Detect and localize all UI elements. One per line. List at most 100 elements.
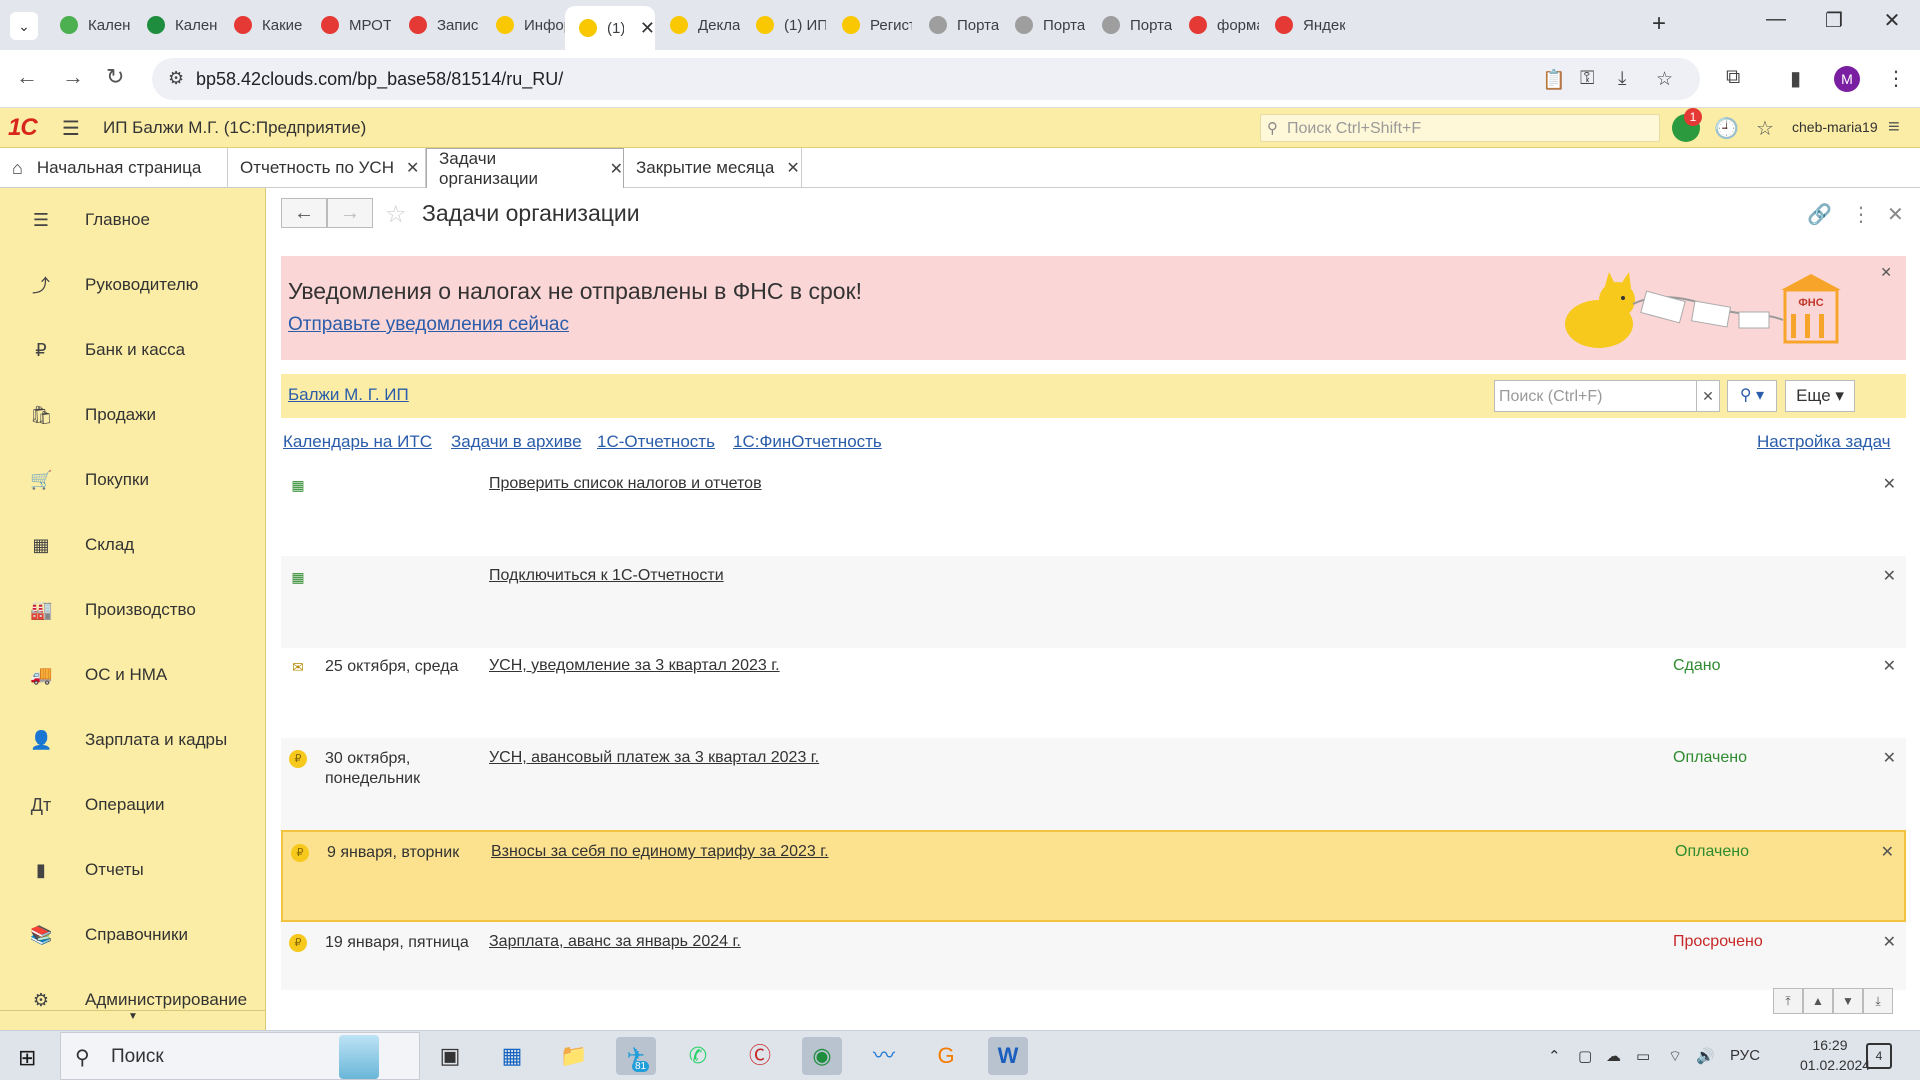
install-app-icon[interactable]: ⤓ bbox=[1618, 68, 1626, 90]
scroll-top-icon[interactable]: ⤒ bbox=[1773, 988, 1803, 1014]
tray-clock[interactable]: 16:29 01.02.2024 bbox=[1800, 1035, 1870, 1075]
reload-icon[interactable]: ↻ bbox=[106, 64, 124, 90]
sidebar-scroll-down-icon[interactable]: ▼ bbox=[0, 1010, 266, 1030]
clipboard-icon[interactable]: 📋 bbox=[1542, 68, 1566, 92]
forward-button[interactable]: → bbox=[327, 198, 373, 228]
task-name-link[interactable]: УСН, уведомление за 3 квартал 2023 г. bbox=[489, 657, 780, 675]
tab-search-chevron-icon[interactable]: ⌄ bbox=[10, 12, 38, 40]
forward-arrow-icon[interactable]: → bbox=[62, 64, 84, 90]
main-menu-icon[interactable]: ☰ bbox=[62, 116, 80, 141]
back-arrow-icon[interactable]: ← bbox=[16, 64, 38, 90]
sidebar-item[interactable]: ☰ Главное bbox=[0, 200, 266, 240]
task-row[interactable]: ₽9 января, вторник Взносы за себя по един… bbox=[281, 830, 1906, 922]
tray-wifi-icon[interactable]: ⌔ bbox=[1668, 1047, 1682, 1066]
dismiss-task-icon[interactable]: ✕ bbox=[1881, 842, 1894, 862]
omnibox[interactable]: ⚙ bp58.42clouds.com/bp_base58/81514/ru_R… bbox=[152, 58, 1700, 100]
browser-tab[interactable]: Календ bbox=[46, 8, 130, 42]
task-name-link[interactable]: Зарплата, аванс за январь 2024 г. bbox=[489, 933, 741, 951]
sidebar-item[interactable]: 👤 Зарплата и кадры bbox=[0, 720, 266, 760]
tray-chevron-icon[interactable]: ⌃ bbox=[1548, 1047, 1561, 1065]
clear-search-icon[interactable]: ✕ bbox=[1696, 380, 1720, 412]
scroll-up-icon[interactable]: ▲ bbox=[1803, 988, 1833, 1014]
tray-language[interactable]: РУС bbox=[1730, 1047, 1760, 1064]
scroll-bottom-icon[interactable]: ⤓ bbox=[1863, 988, 1893, 1014]
browser-tab[interactable]: Регист bbox=[828, 8, 912, 42]
task-row[interactable]: ✉ 25 октября, среда УСН, уведомление за 3 … bbox=[281, 646, 1906, 738]
sidebar-item[interactable]: Дт Операции bbox=[0, 785, 266, 825]
global-search-input[interactable]: ⚲ Поиск Ctrl+Shift+F bbox=[1260, 114, 1660, 142]
close-tab-icon[interactable]: ✕ bbox=[406, 158, 419, 178]
tray-volume-icon[interactable]: 🔊 bbox=[1696, 1047, 1715, 1065]
archived-tasks-link[interactable]: Задачи в архиве bbox=[451, 432, 582, 452]
organization-link[interactable]: Балжи М. Г. ИП bbox=[288, 385, 409, 405]
task-name-link[interactable]: УСН, авансовый платеж за 3 квартал 2023 … bbox=[489, 749, 819, 767]
notification-center-icon[interactable]: 4 bbox=[1866, 1043, 1892, 1069]
sidebar-item[interactable]: ⤴ Руководителю bbox=[0, 265, 266, 305]
tray-battery-icon[interactable]: ▭ bbox=[1636, 1047, 1650, 1065]
task-name-link[interactable]: Взносы за себя по единому тарифу за 2023… bbox=[491, 843, 829, 861]
more-actions-icon[interactable]: ⋮ bbox=[1851, 202, 1871, 227]
key-icon[interactable]: ⚿ bbox=[1580, 68, 1594, 90]
search-button[interactable]: ⚲ ▾ bbox=[1727, 380, 1777, 412]
browser-tab[interactable]: Календ bbox=[133, 8, 217, 42]
calculator-icon[interactable]: ▦ bbox=[492, 1037, 532, 1075]
browser-tab[interactable]: Портал bbox=[915, 8, 999, 42]
browser-tab[interactable]: (1) ✕ bbox=[565, 6, 655, 50]
dismiss-task-icon[interactable]: ✕ bbox=[1883, 932, 1896, 952]
task-search-input[interactable]: Поиск (Ctrl+F) ✕ bbox=[1494, 380, 1720, 412]
tab-home[interactable]: ⌂ Начальная страница bbox=[0, 148, 228, 188]
side-panel-icon[interactable]: ▮ bbox=[1790, 66, 1801, 91]
browser-tab[interactable]: форма bbox=[1175, 8, 1259, 42]
chrome-icon[interactable]: ◉ bbox=[802, 1037, 842, 1075]
more-button[interactable]: Еще ▾ bbox=[1785, 380, 1855, 412]
sidebar-item[interactable]: 🛒 Покупки bbox=[0, 460, 266, 500]
tab-month-closing[interactable]: Закрытие месяца ✕ bbox=[624, 148, 802, 188]
browser-tab[interactable]: МРОТ bbox=[307, 8, 391, 42]
favorite-star-icon[interactable]: ☆ bbox=[385, 200, 407, 229]
browser-tab[interactable]: Запись bbox=[395, 8, 479, 42]
profile-avatar[interactable]: M bbox=[1834, 66, 1860, 92]
bookmark-star-icon[interactable]: ☆ bbox=[1656, 68, 1673, 91]
task-row[interactable]: ▦ Подключиться к 1С-Отчетности ✕ bbox=[281, 556, 1906, 648]
dismiss-task-icon[interactable]: ✕ bbox=[1883, 748, 1896, 768]
task-name-link[interactable]: Подключиться к 1С-Отчетности bbox=[489, 567, 724, 585]
sidebar-item[interactable]: 🚚 ОС и НМА bbox=[0, 655, 266, 695]
tab-usn-reporting[interactable]: Отчетность по УСН ✕ bbox=[228, 148, 426, 188]
app-wave-icon[interactable]: 〰 bbox=[864, 1037, 904, 1075]
file-explorer-icon[interactable]: 📁 bbox=[554, 1037, 594, 1075]
close-tab-icon[interactable]: ✕ bbox=[610, 159, 623, 179]
pdf-app-icon[interactable]: G bbox=[926, 1037, 966, 1075]
browser-tab[interactable]: Портал bbox=[1088, 8, 1172, 42]
browser-tab[interactable]: Инфор bbox=[482, 8, 566, 42]
link-icon[interactable]: 🔗 bbox=[1807, 202, 1832, 227]
browser-tab[interactable]: (1) ИП bbox=[742, 8, 826, 42]
sidebar-item[interactable]: 🏭 Производство bbox=[0, 590, 266, 630]
1c-reporting-link[interactable]: 1С-Отчетность bbox=[597, 432, 715, 452]
sidebar-item[interactable]: 🛍 Продажи bbox=[0, 395, 266, 435]
close-tab-icon[interactable]: ✕ bbox=[640, 18, 655, 39]
back-button[interactable]: ← bbox=[281, 198, 327, 228]
settings-menu-icon[interactable]: ≡ bbox=[1888, 116, 1900, 139]
tray-meet-icon[interactable]: ▢ bbox=[1578, 1047, 1592, 1065]
dismiss-task-icon[interactable]: ✕ bbox=[1883, 566, 1896, 586]
windows-start-icon[interactable]: ⊞ bbox=[18, 1045, 36, 1071]
whatsapp-icon[interactable]: ✆ bbox=[678, 1037, 718, 1075]
sidebar-item[interactable]: ₽ Банк и касса bbox=[0, 330, 266, 370]
task-row[interactable]: ▦ Проверить список налогов и отчетов ✕ bbox=[281, 464, 1906, 556]
tray-cloud-icon[interactable]: ☁ bbox=[1606, 1047, 1621, 1065]
history-icon[interactable]: 🕘 bbox=[1714, 116, 1739, 141]
tab-organization-tasks[interactable]: Задачи организации ✕ bbox=[426, 148, 624, 188]
task-row[interactable]: ₽19 января, пятница Зарплата, аванс за ян… bbox=[281, 922, 1906, 990]
username[interactable]: cheb-maria19 bbox=[1792, 119, 1878, 135]
url-text[interactable]: bp58.42clouds.com/bp_base58/81514/ru_RU/ bbox=[196, 69, 563, 90]
close-tab-icon[interactable]: ✕ bbox=[786, 158, 799, 178]
sidebar-item[interactable]: 📚 Справочники bbox=[0, 915, 266, 955]
task-row[interactable]: ₽30 октября, понедельник УСН, авансовый п… bbox=[281, 738, 1906, 830]
close-form-icon[interactable]: ✕ bbox=[1887, 202, 1904, 227]
scroll-down-icon[interactable]: ▼ bbox=[1833, 988, 1863, 1014]
extensions-puzzle-icon[interactable]: ⧉ bbox=[1726, 66, 1740, 89]
favorites-star-icon[interactable]: ☆ bbox=[1756, 116, 1774, 141]
sidebar-item[interactable]: ▦ Склад bbox=[0, 525, 266, 565]
its-calendar-link[interactable]: Календарь на ИТС bbox=[283, 432, 432, 452]
1c-fin-reporting-link[interactable]: 1С:ФинОтчетность bbox=[733, 432, 882, 452]
